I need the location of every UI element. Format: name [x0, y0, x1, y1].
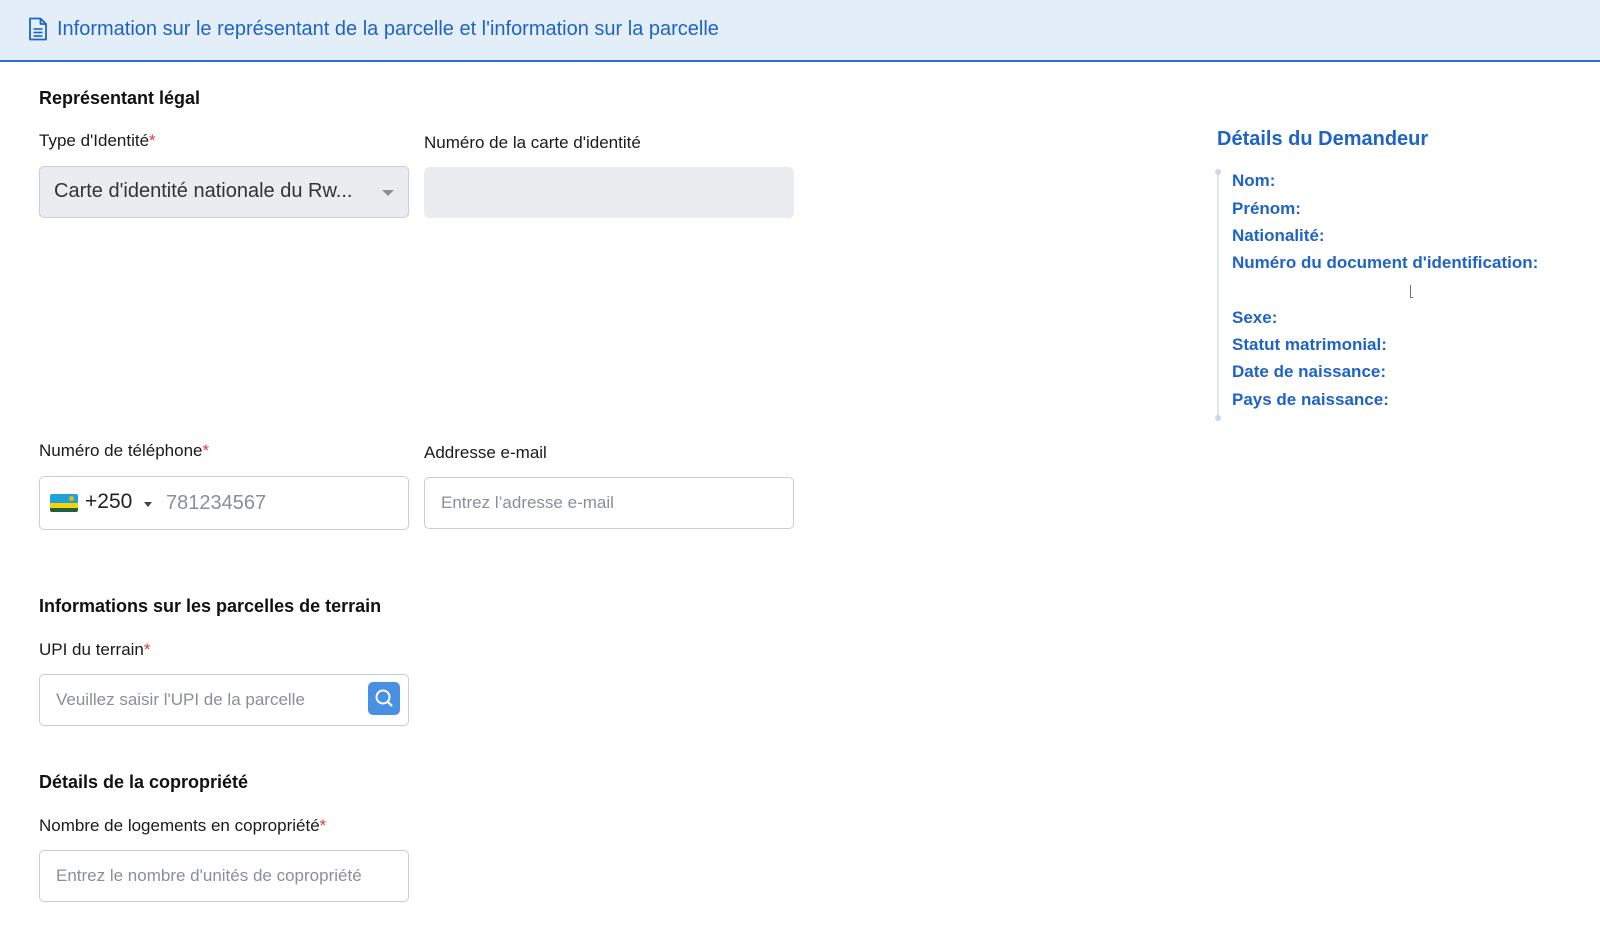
required-marker: *: [202, 441, 210, 460]
id-type-selected-value: Carte d'identité nationale du Rw...: [54, 180, 353, 202]
country-chevron-down-icon[interactable]: [144, 502, 152, 507]
timeline-dot: [1215, 169, 1221, 175]
required-marker: *: [143, 640, 151, 659]
applicant-details-title: Détails du Demandeur: [1217, 128, 1429, 150]
upi-search-button[interactable]: [368, 682, 400, 715]
detail-marital-status: Statut matrimonial:: [1232, 335, 1387, 354]
detail-birth-country: Pays de naissance:: [1232, 390, 1389, 409]
legal-representative-heading: Représentant légal: [39, 88, 201, 108]
detail-id-document-number: Numéro du document d'identification:: [1232, 253, 1539, 272]
document-icon: [29, 17, 47, 41]
details-timeline: [1217, 171, 1219, 418]
email-field[interactable]: [424, 477, 794, 529]
detail-last-name: Nom:: [1232, 171, 1276, 190]
detail-sex: Sexe:: [1232, 308, 1278, 327]
chevron-down-icon: [382, 190, 394, 196]
id-type-label: Type d'Identité*: [39, 131, 156, 150]
id-number-label: Numéro de la carte d'identité: [424, 133, 641, 152]
page-header: Information sur le représentant de la pa…: [0, 0, 1600, 62]
id-number-field[interactable]: [424, 167, 794, 218]
email-label: Addresse e-mail: [424, 443, 547, 462]
required-marker: *: [319, 816, 327, 835]
phone-label: Numéro de téléphone*: [39, 441, 210, 460]
page-title: Information sur le représentant de la pa…: [57, 18, 719, 40]
search-icon: [375, 689, 393, 707]
text-cursor-mark: [1410, 285, 1413, 298]
detail-nationality: Nationalité:: [1232, 226, 1325, 245]
coownership-heading: Détails de la copropriété: [39, 772, 249, 792]
email-input[interactable]: [441, 478, 777, 528]
country-code[interactable]: +250: [85, 490, 132, 514]
coownership-units-field[interactable]: [39, 850, 409, 902]
detail-first-name: Prénom:: [1232, 199, 1301, 218]
upi-label: UPI du terrain*: [39, 640, 151, 659]
phone-input[interactable]: [166, 477, 392, 529]
required-marker: *: [149, 131, 156, 150]
upi-field[interactable]: [39, 674, 409, 726]
phone-field[interactable]: +250: [39, 476, 409, 530]
rwanda-flag-icon: [50, 494, 78, 512]
detail-birth-date: Date de naissance:: [1232, 362, 1387, 381]
coownership-units-label: Nombre de logements en copropriété*: [39, 816, 327, 835]
coownership-units-input[interactable]: [56, 851, 392, 901]
timeline-dot: [1215, 415, 1221, 421]
upi-input[interactable]: [56, 675, 352, 725]
id-number-input[interactable]: [441, 168, 777, 217]
id-type-select[interactable]: Carte d'identité nationale du Rw...: [39, 166, 409, 218]
parcel-info-heading: Informations sur les parcelles de terrai…: [39, 596, 382, 616]
